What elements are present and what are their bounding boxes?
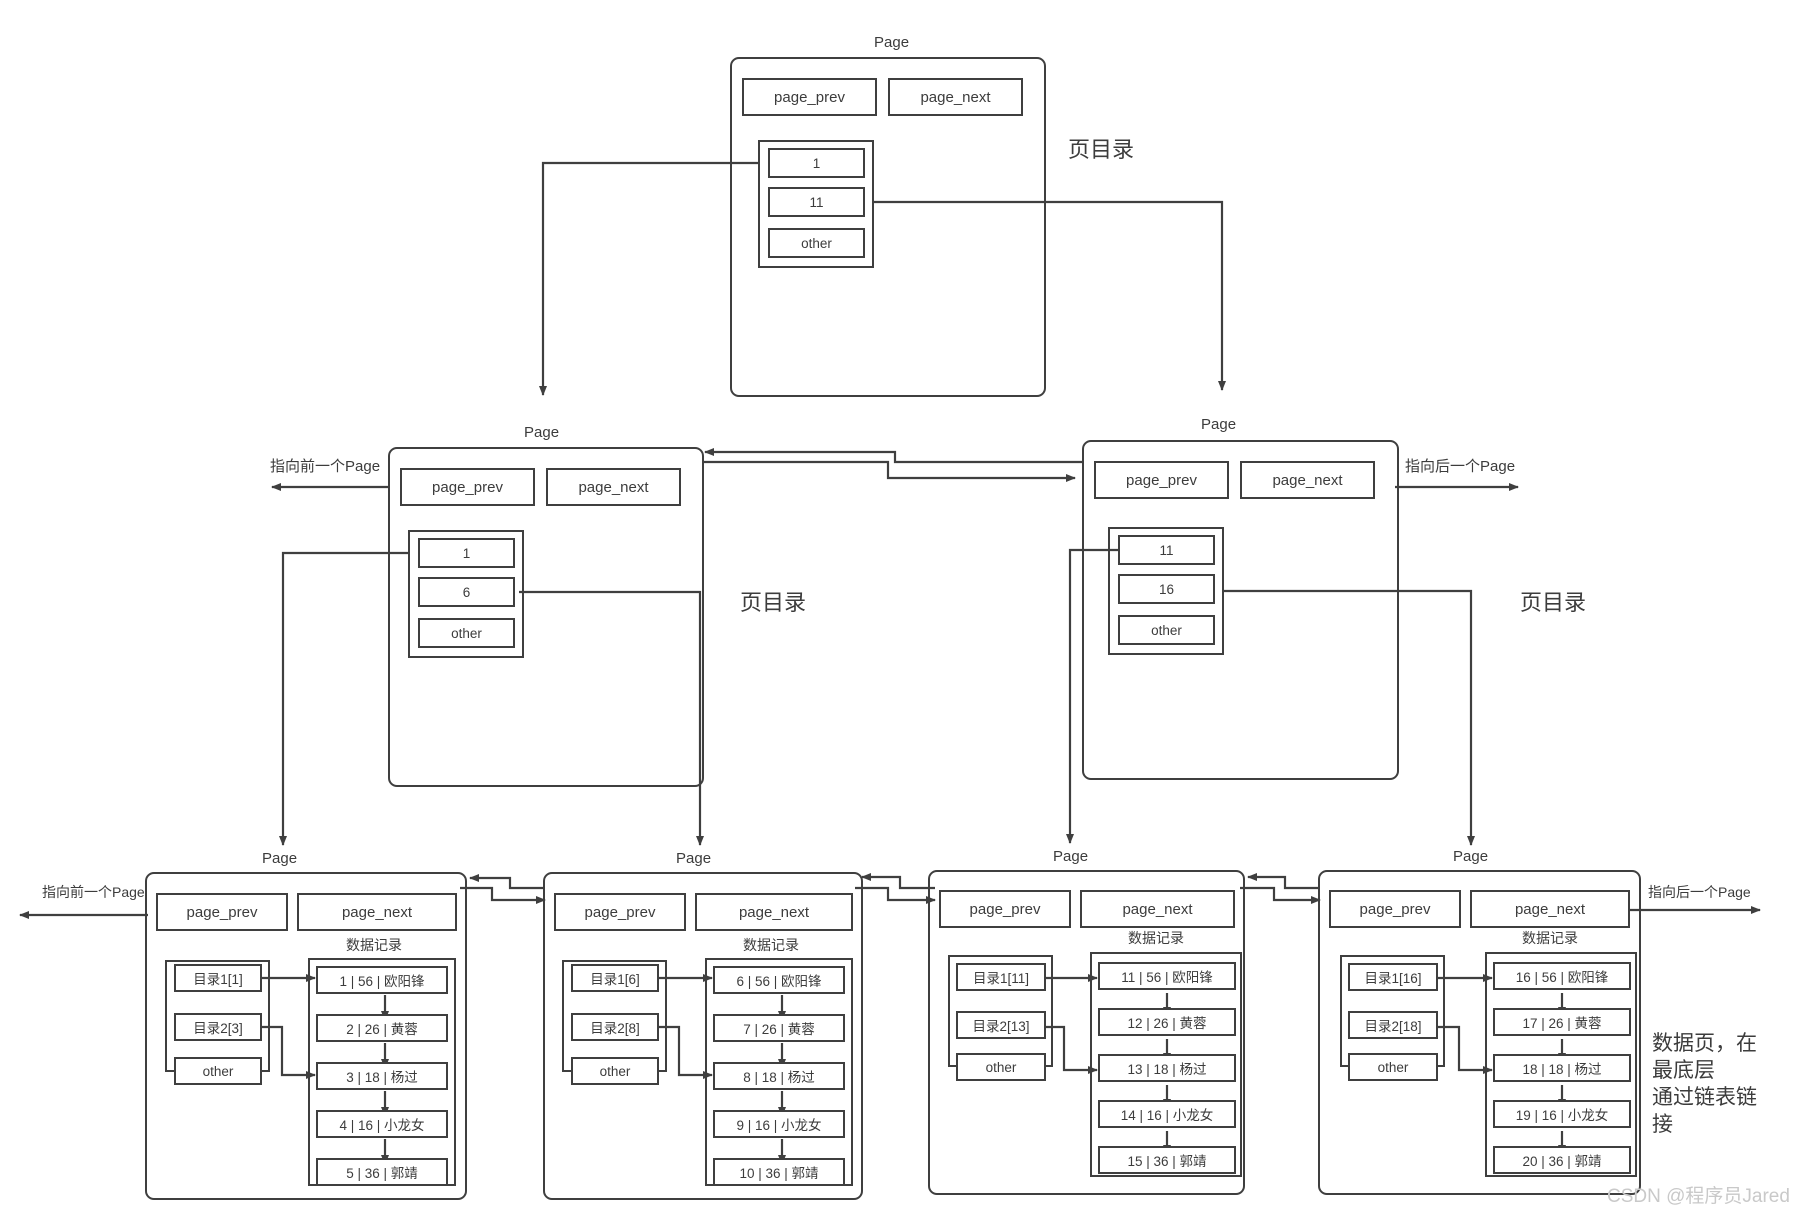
leaf-3-record-1: 12 | 26 | 黄蓉 bbox=[1098, 1008, 1236, 1036]
leaf-2-record-4: 10 | 36 | 郭靖 bbox=[713, 1158, 845, 1186]
leaf-2-caption: Page bbox=[676, 850, 712, 867]
leaf-1-records-label: 数据记录 bbox=[346, 937, 402, 953]
level2-left-caption: Page bbox=[524, 424, 560, 441]
leaf-1-caption: Page bbox=[262, 850, 298, 867]
leaf-1-record-4: 5 | 36 | 郭靖 bbox=[316, 1158, 448, 1186]
leaf-1-page-next: page_next bbox=[297, 893, 457, 931]
leaf-3-record-2: 13 | 18 | 杨过 bbox=[1098, 1054, 1236, 1082]
leaf-3-directory-entry-1: 目录2[13] bbox=[956, 1011, 1046, 1039]
leaf-4-directory-entry-1: 目录2[18] bbox=[1348, 1011, 1438, 1039]
level2-right-next-arrow-label: 指向后一个Page bbox=[1405, 458, 1516, 475]
csdn-watermark: CSDN @程序员Jared bbox=[1607, 1186, 1790, 1207]
leaf-2-directory-entry-1: 目录2[8] bbox=[571, 1013, 659, 1041]
leaf-1-page-prev: page_prev bbox=[156, 893, 288, 931]
leaf-2-record-2: 8 | 18 | 杨过 bbox=[713, 1062, 845, 1090]
bottom-note-line-3: 接 bbox=[1652, 1113, 1673, 1136]
leaf-2-records-label: 数据记录 bbox=[743, 937, 799, 953]
leaf-1-directory-entry-2: other bbox=[174, 1057, 262, 1085]
level2-left-page-prev: page_prev bbox=[400, 468, 535, 506]
leaf-2-record-3: 9 | 16 | 小龙女 bbox=[713, 1110, 845, 1138]
level2-right-page-directory-label: 页目录 bbox=[1520, 590, 1587, 615]
leaf-1-record-3: 4 | 16 | 小龙女 bbox=[316, 1110, 448, 1138]
leaf-2-page-prev: page_prev bbox=[554, 893, 686, 931]
leaf-4-record-3: 19 | 16 | 小龙女 bbox=[1493, 1100, 1631, 1128]
level2-left-directory-entry-0: 1 bbox=[418, 538, 515, 568]
bottom-note-line-0: 数据页，在 bbox=[1652, 1032, 1757, 1055]
bottom-note: 数据页，在 最底层 通过链表链 接 bbox=[1652, 1030, 1796, 1138]
leaf-2-page-next: page_next bbox=[695, 893, 853, 931]
leaf-4-records-label: 数据记录 bbox=[1522, 930, 1578, 946]
root-page-prev: page_prev bbox=[742, 78, 877, 116]
leaf-4-record-1: 17 | 26 | 黄蓉 bbox=[1493, 1008, 1631, 1036]
leaf-1-directory-entry-0: 目录1[1] bbox=[174, 964, 262, 992]
level2-left-directory-entry-2: other bbox=[418, 618, 515, 648]
root-page-next: page_next bbox=[888, 78, 1023, 116]
bottom-note-line-2: 通过链表链 bbox=[1652, 1086, 1757, 1109]
level2-right-page-next: page_next bbox=[1240, 461, 1375, 499]
root-directory-entry-0: 1 bbox=[768, 148, 865, 178]
diagram-canvas: Page page_prev page_next 1 11 other 页目录 … bbox=[0, 0, 1796, 1224]
level2-right-page-prev: page_prev bbox=[1094, 461, 1229, 499]
leaf-3-page-next: page_next bbox=[1080, 890, 1235, 928]
level2-left-prev-arrow-label: 指向前一个Page bbox=[270, 458, 381, 475]
leaf-1-record-2: 3 | 18 | 杨过 bbox=[316, 1062, 448, 1090]
leaf-4-page-next: page_next bbox=[1470, 890, 1630, 928]
leaf-2-directory-entry-2: other bbox=[571, 1057, 659, 1085]
bottom-note-line-1: 最底层 bbox=[1652, 1059, 1715, 1082]
leaf-3-record-0: 11 | 56 | 欧阳锋 bbox=[1098, 962, 1236, 990]
root-directory-entry-1: 11 bbox=[768, 187, 865, 217]
root-page-directory-label: 页目录 bbox=[1068, 137, 1135, 162]
leaf-3-directory-entry-0: 目录1[11] bbox=[956, 963, 1046, 991]
leaf-4-caption: Page bbox=[1453, 848, 1489, 865]
root-page-caption: Page bbox=[874, 34, 910, 51]
leaf-3-records-label: 数据记录 bbox=[1128, 930, 1184, 946]
leaf-3-directory-entry-2: other bbox=[956, 1053, 1046, 1081]
root-directory-entry-2: other bbox=[768, 228, 865, 258]
leaf-1-prev-arrow-label: 指向前一个Page bbox=[42, 884, 145, 900]
level2-left-page-next: page_next bbox=[546, 468, 681, 506]
level2-right-caption: Page bbox=[1201, 416, 1237, 433]
leaf-2-record-0: 6 | 56 | 欧阳锋 bbox=[713, 966, 845, 994]
level2-left-directory-entry-1: 6 bbox=[418, 577, 515, 607]
leaf-3-record-3: 14 | 16 | 小龙女 bbox=[1098, 1100, 1236, 1128]
leaf-3-page-prev: page_prev bbox=[939, 890, 1071, 928]
leaf-1-record-1: 2 | 26 | 黄蓉 bbox=[316, 1014, 448, 1042]
leaf-1-record-0: 1 | 56 | 欧阳锋 bbox=[316, 966, 448, 994]
level2-right-directory-entry-0: 11 bbox=[1118, 535, 1215, 565]
leaf-4-page-prev: page_prev bbox=[1329, 890, 1461, 928]
level2-left-page-directory-label: 页目录 bbox=[740, 590, 807, 615]
leaf-4-record-0: 16 | 56 | 欧阳锋 bbox=[1493, 962, 1631, 990]
leaf-1-directory-entry-1: 目录2[3] bbox=[174, 1013, 262, 1041]
leaf-4-directory-entry-2: other bbox=[1348, 1053, 1438, 1081]
leaf-3-record-4: 15 | 36 | 郭靖 bbox=[1098, 1146, 1236, 1174]
leaf-4-directory-entry-0: 目录1[16] bbox=[1348, 963, 1438, 991]
leaf-4-record-4: 20 | 36 | 郭靖 bbox=[1493, 1146, 1631, 1174]
leaf-3-caption: Page bbox=[1053, 848, 1089, 865]
level2-right-directory-entry-2: other bbox=[1118, 615, 1215, 645]
leaf-2-record-1: 7 | 26 | 黄蓉 bbox=[713, 1014, 845, 1042]
level2-right-directory-entry-1: 16 bbox=[1118, 574, 1215, 604]
leaf-4-record-2: 18 | 18 | 杨过 bbox=[1493, 1054, 1631, 1082]
leaf-4-next-arrow-label: 指向后一个Page bbox=[1648, 884, 1751, 900]
leaf-2-directory-entry-0: 目录1[6] bbox=[571, 964, 659, 992]
